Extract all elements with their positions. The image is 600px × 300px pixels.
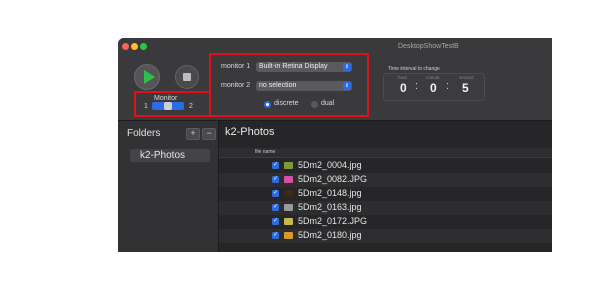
play-button[interactable] — [134, 64, 160, 90]
file-row[interactable]: ✓ 5Dm2_0148.jpg — [219, 187, 552, 201]
add-folder-button[interactable]: + — [186, 128, 200, 140]
second-value[interactable]: 5 — [462, 81, 469, 95]
main-panel: k2-Photos file name ✓ 5Dm2_0004.jpg ✓ 5D… — [219, 121, 552, 252]
time-interval-title: Time interval to change — [388, 66, 440, 72]
annotation-highlight-monitor-slider — [134, 91, 211, 117]
file-checkbox[interactable]: ✓ — [272, 232, 279, 239]
zoom-window-button[interactable] — [140, 43, 147, 50]
minute-value[interactable]: 0 — [430, 81, 437, 95]
sidebar-item-label: k2-Photos — [140, 150, 186, 161]
file-row[interactable]: ✓ 5Dm2_0180.jpg — [219, 229, 552, 243]
file-checkbox[interactable]: ✓ — [272, 162, 279, 169]
file-checkbox[interactable]: ✓ — [272, 204, 279, 211]
hour-value[interactable]: 0 — [400, 81, 407, 95]
window-title: DesktopShowTestB — [398, 43, 459, 50]
file-name: 5Dm2_0004.jpg — [298, 160, 362, 170]
file-row[interactable]: ✓ 5Dm2_0004.jpg — [219, 159, 552, 173]
sidebar: Folders + − k2-Photos — [118, 121, 219, 252]
time-separator: : — [446, 80, 450, 92]
stop-icon — [183, 73, 191, 81]
file-name: 5Dm2_0163.jpg — [298, 202, 362, 212]
file-name: 5Dm2_0082.JPG — [298, 174, 368, 184]
file-row[interactable]: ✓ 5Dm2_0172.JPG — [219, 215, 552, 229]
file-thumbnail — [284, 218, 293, 225]
hour-label: hour — [398, 75, 408, 80]
file-thumbnail — [284, 190, 293, 197]
file-name: 5Dm2_0172.JPG — [298, 216, 368, 226]
play-icon — [144, 70, 155, 84]
remove-folder-button[interactable]: − — [202, 128, 216, 140]
file-row[interactable]: ✓ 5Dm2_0082.JPG — [219, 173, 552, 187]
file-checkbox[interactable]: ✓ — [272, 190, 279, 197]
time-separator: : — [415, 80, 419, 92]
file-thumbnail — [284, 204, 293, 211]
stop-button[interactable] — [175, 65, 199, 89]
folders-title: Folders — [127, 128, 161, 139]
sidebar-item-k2-photos[interactable]: k2-Photos — [130, 149, 210, 162]
close-window-button[interactable] — [122, 43, 129, 50]
minute-label: minute — [426, 75, 440, 80]
file-thumbnail — [284, 176, 293, 183]
file-thumbnail — [284, 162, 293, 169]
time-interval-box: hour minute second 0 : 0 : 5 — [383, 73, 485, 101]
column-header-label: file name — [255, 149, 276, 155]
file-name: 5Dm2_0148.jpg — [298, 188, 362, 198]
file-name-column-header[interactable]: file name — [219, 148, 552, 158]
file-name: 5Dm2_0180.jpg — [298, 230, 362, 240]
file-checkbox[interactable]: ✓ — [272, 176, 279, 183]
file-checkbox[interactable]: ✓ — [272, 218, 279, 225]
annotation-highlight-monitors — [209, 53, 369, 117]
minimize-window-button[interactable] — [131, 43, 138, 50]
folder-title: k2-Photos — [225, 126, 275, 138]
file-row[interactable]: ✓ 5Dm2_0163.jpg — [219, 201, 552, 215]
second-label: second — [459, 75, 474, 80]
file-thumbnail — [284, 232, 293, 239]
